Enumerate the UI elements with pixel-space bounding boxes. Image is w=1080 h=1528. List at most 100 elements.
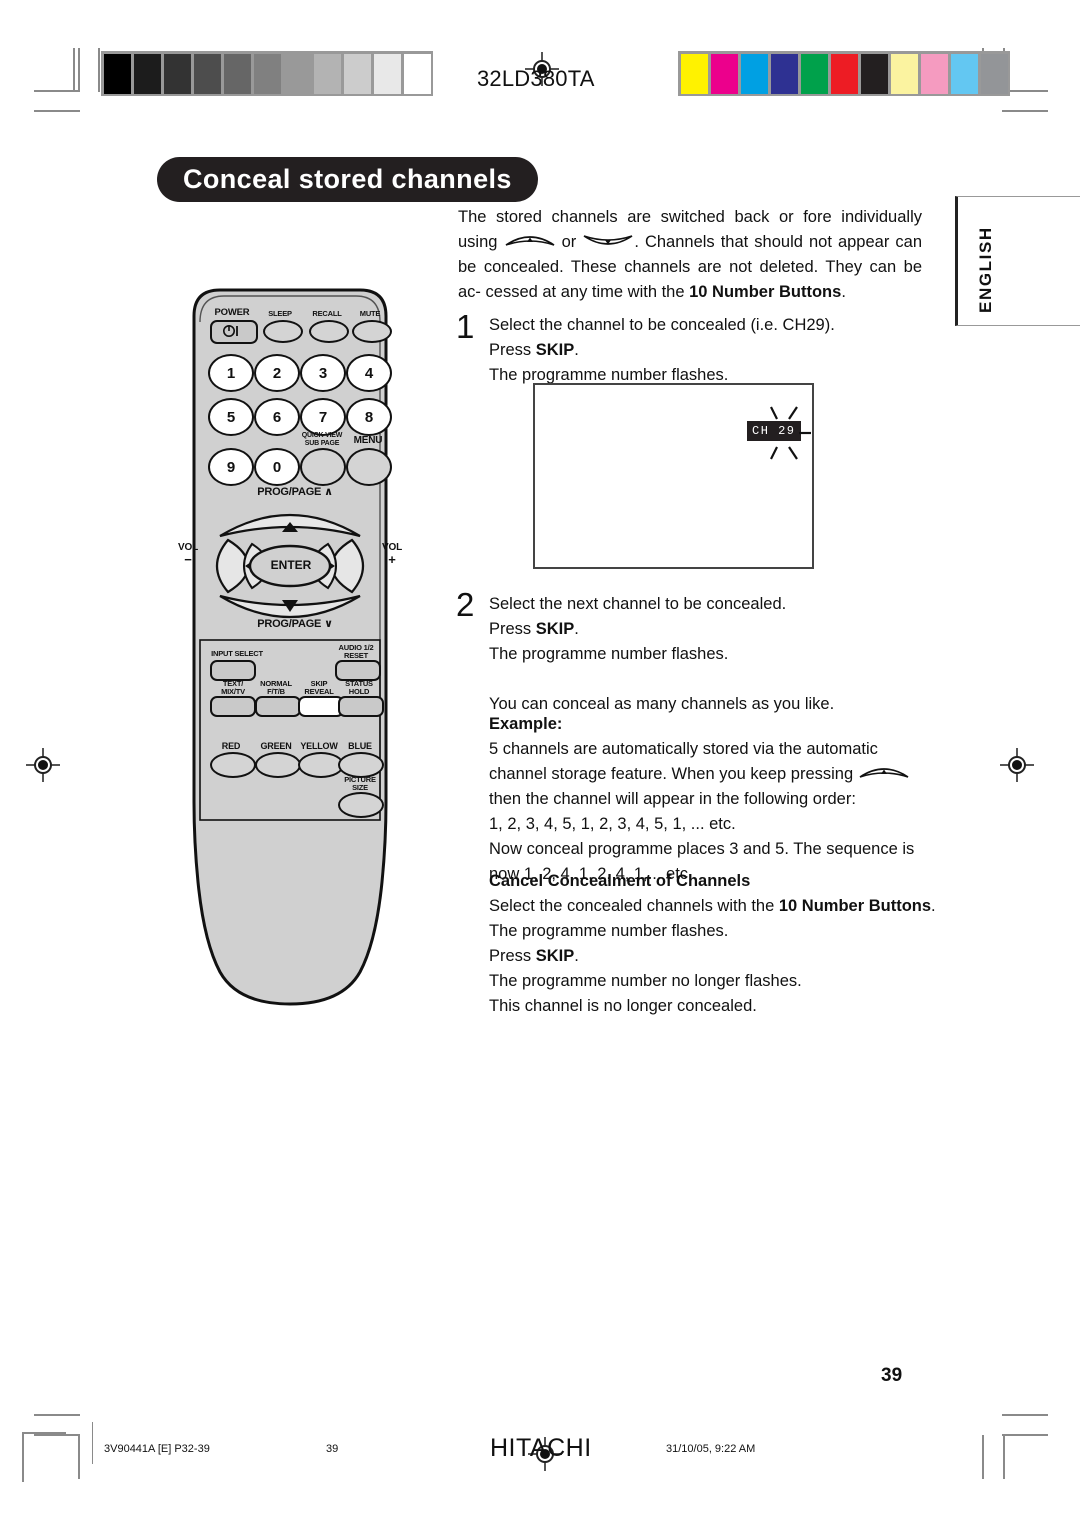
step-1-press-prefix: Press: [489, 341, 536, 359]
remote-red-label: RED: [221, 741, 241, 751]
grayscale-swatch: [103, 53, 131, 94]
remote-number-8[interactable]: 8: [346, 398, 392, 436]
color-swatch: [740, 53, 768, 94]
footer-timestamp: 31/10/05, 9:22 AM: [666, 1443, 756, 1455]
intro-number-buttons-bold: 10 Number Buttons: [689, 283, 842, 301]
remote-input-select-label: INPUT SELECT: [211, 649, 263, 658]
cancel-number-buttons-bold: 10 Number Buttons: [778, 897, 932, 915]
inner-guide-right-bottom: [982, 1435, 984, 1479]
remote-number-4[interactable]: 4: [346, 354, 392, 392]
remote-blue-label: BLUE: [348, 741, 372, 751]
remote-normal-button[interactable]: [255, 696, 301, 717]
remote-audio-reset-button[interactable]: [335, 660, 381, 681]
grayscale-swatch: [343, 53, 371, 94]
color-swatch: [920, 53, 948, 94]
remote-mute-button[interactable]: [352, 320, 392, 343]
crop-mark-tr-h2: [1002, 110, 1048, 112]
step-1-press: Press SKIP.: [489, 338, 929, 363]
cancel-line-3: Press SKIP.: [489, 944, 939, 969]
color-swatch: [860, 53, 888, 94]
cancel-line-5: This channel is no longer concealed.: [489, 997, 757, 1015]
remote-number-6[interactable]: 6: [254, 398, 300, 436]
grayscale-swatch: [313, 53, 341, 94]
prog-page-up-text: PROG/PAGE: [257, 486, 322, 498]
inner-guide-left: [98, 48, 100, 92]
remote-input-select-button[interactable]: [210, 660, 256, 681]
remote-control-illustration: POWER SLEEP RECALL MUTE 1 2 3 4 5 6 7 8 …: [170, 282, 410, 1012]
step-2-text: Select the next channel to be concealed.…: [489, 592, 929, 717]
remote-vol-plus-sign: +: [388, 552, 396, 567]
remote-number-7[interactable]: 7: [300, 398, 346, 436]
example-line-4: 1, 2, 3, 4, 5, 1, 2, 3, 4, 5, 1, ... etc…: [489, 815, 736, 833]
page-number: 39: [881, 1365, 903, 1386]
page-title: Conceal stored channels: [157, 157, 538, 202]
color-swatch: [770, 53, 798, 94]
grayscale-swatch: [403, 53, 431, 94]
crop-mark-tl-h2: [34, 110, 80, 112]
color-swatch: [830, 53, 858, 94]
example-line-2-row: channel storage feature. When you keep p…: [489, 762, 929, 787]
step-1-press-bold: SKIP: [535, 341, 575, 359]
crop-mark-br-h2: [1002, 1414, 1048, 1416]
model-number: 32LD380TA: [477, 66, 595, 91]
channel-down-icon: [582, 234, 634, 250]
remote-menu-button[interactable]: [346, 448, 392, 486]
channel-up-icon-example: [858, 766, 910, 782]
remote-sleep-button[interactable]: [263, 320, 303, 343]
footer-doc-code: 3V90441A [E] P32-39: [104, 1443, 210, 1455]
flash-rays-icon: [770, 406, 811, 460]
page-edge-left: [22, 1432, 24, 1482]
remote-power-label: POWER: [214, 307, 250, 318]
chevron-up-icon: ∧: [324, 486, 333, 498]
cancel-heading: Cancel Concealment of Channels: [489, 872, 751, 890]
remote-prog-page-up-label: PROG/PAGE ∧: [240, 486, 350, 498]
crop-mark-tl-v: [78, 48, 80, 92]
grayscale-swatch: [253, 53, 281, 94]
crop-mark-bl-v: [78, 1435, 80, 1479]
intro-line-4-prefix: cessed at any time with the: [485, 283, 690, 301]
remote-number-0[interactable]: 0: [254, 448, 300, 486]
remote-green-button[interactable]: [255, 752, 301, 778]
remote-number-1[interactable]: 1: [208, 354, 254, 392]
step-1-text: Select the channel to be concealed (i.e.…: [489, 313, 929, 388]
remote-number-2[interactable]: 2: [254, 354, 300, 392]
grayscale-swatch: [283, 53, 311, 94]
step-2-press-bold: SKIP: [535, 620, 575, 638]
grayscale-swatch: [193, 53, 221, 94]
remote-recall-button[interactable]: [309, 320, 349, 343]
remote-recall-label: RECALL: [312, 309, 342, 318]
footer-brand: HITACHI: [490, 1434, 592, 1462]
grayscale-swatch: [133, 53, 161, 94]
remote-picture-size-button[interactable]: [338, 792, 384, 818]
remote-number-5[interactable]: 5: [208, 398, 254, 436]
cancel-line-2: The programme number flashes.: [489, 922, 729, 940]
step-2-number: 2: [456, 586, 475, 623]
step-2-after: The programme number flashes.: [489, 645, 729, 663]
crop-mark-tl-v2: [73, 48, 75, 92]
remote-power-button[interactable]: [210, 320, 258, 344]
step-2-press-suffix: .: [574, 620, 579, 638]
tv-screen-illustration: CH 29: [533, 383, 814, 569]
language-tab: [955, 196, 1080, 326]
remote-text-mix-button[interactable]: [210, 696, 256, 717]
crop-mark-bl-h: [34, 1434, 80, 1436]
remote-number-3[interactable]: 3: [300, 354, 346, 392]
remote-red-button[interactable]: [210, 752, 256, 778]
remote-vol-minus-sign: −: [184, 552, 192, 567]
crop-mark-br-h: [1002, 1434, 1048, 1436]
color-calibration-bars: [678, 51, 1010, 96]
remote-quick-view-button[interactable]: [300, 448, 346, 486]
remote-number-9[interactable]: 9: [208, 448, 254, 486]
remote-menu-label: MENU: [353, 435, 383, 446]
grayscale-swatch: [163, 53, 191, 94]
cancel-press-skip-bold: SKIP: [535, 947, 575, 965]
footer-page: 39: [326, 1443, 339, 1455]
remote-status-button[interactable]: [338, 696, 384, 717]
cancel-line-4: The programme number no longer flashes.: [489, 972, 802, 990]
step-1-line-1: Select the channel to be concealed (i.e.…: [489, 316, 835, 334]
step-1-press-suffix: .: [574, 341, 579, 359]
step-1-number: 1: [456, 308, 475, 345]
grayscale-calibration-bars: [101, 51, 433, 96]
example-line-1: 5 channels are automatically stored via …: [489, 740, 878, 758]
color-swatch: [950, 53, 978, 94]
